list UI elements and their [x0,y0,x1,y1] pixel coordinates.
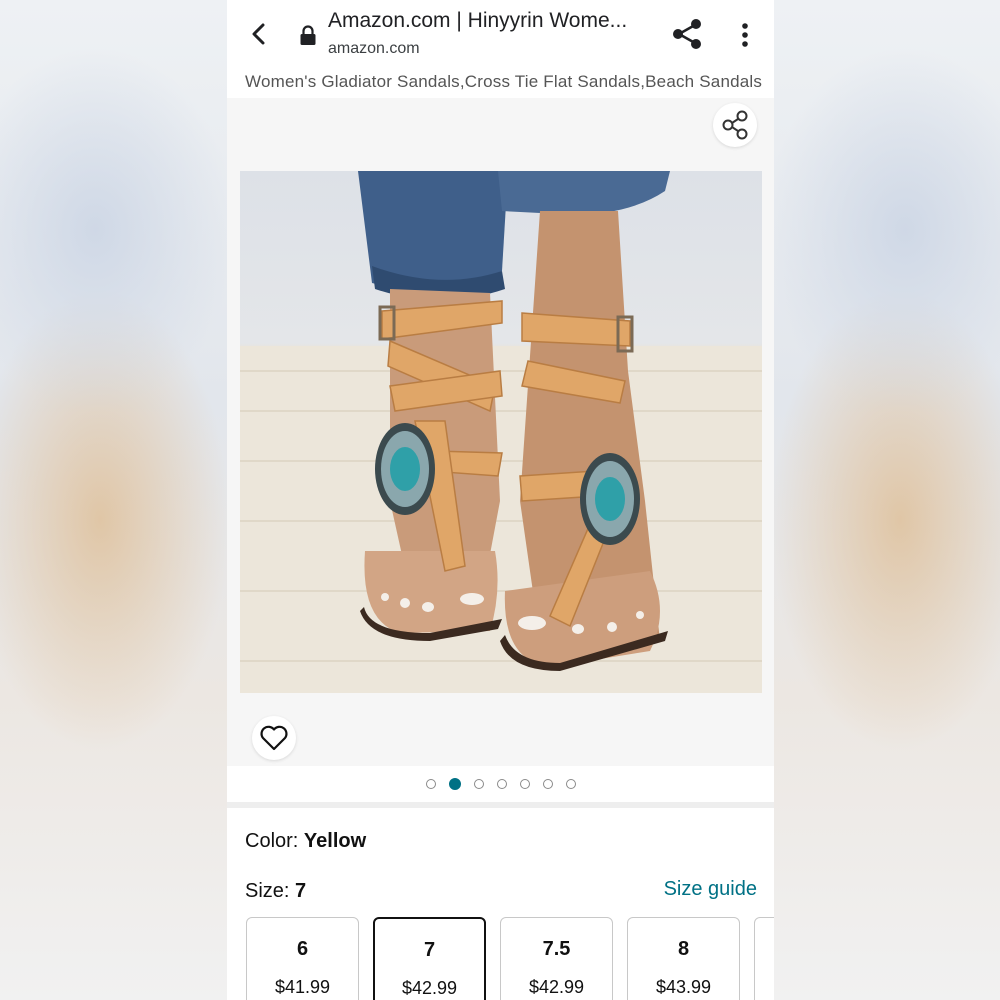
browser-url-bar: Amazon.com | Hinyyrin Wome... amazon.com [227,0,774,73]
phone-screen: Amazon.com | Hinyyrin Wome... amazon.com… [227,0,774,1000]
heart-icon[interactable] [252,716,296,760]
pagination-dot[interactable] [519,779,530,789]
size-option-6[interactable]: 6 $41.99 [246,917,359,1000]
url-domain[interactable]: amazon.com [328,40,420,58]
product-title: Women's Gladiator Sandals,Cross Tie Flat… [227,72,774,98]
pagination-dot[interactable] [542,779,553,789]
size-price: $43.99 [655,977,712,997]
pagination-dot[interactable] [448,778,461,790]
color-value: Yellow [303,830,367,852]
tab-title[interactable]: Amazon.com | Hinyyrin Wome... [328,9,648,33]
section-divider [227,802,774,808]
color-selection: Color: Yellow [245,830,366,853]
size-number: 6 [296,938,309,960]
pagination-dot[interactable] [565,779,576,789]
size-guide-link[interactable]: Size guide [664,878,757,901]
size-number: 7 [423,939,436,961]
size-option-8[interactable]: 8 $43.99 [627,917,740,1000]
size-selection: Size: 7 [245,880,306,903]
size-value: 7 [295,880,307,902]
size-options: 6 $41.99 7 $42.99 7.5 $42.99 8 $43.99 [246,917,774,1000]
size-price: $41.99 [274,977,331,997]
lock-icon [299,24,317,46]
pagination-dot[interactable] [473,779,484,789]
back-arrow-icon[interactable] [243,18,275,50]
size-price: $42.99 [401,978,458,998]
more-vert-icon[interactable] [733,20,757,50]
size-price: $42.99 [528,977,585,997]
pagination-dot[interactable] [496,779,507,789]
size-option-7-5[interactable]: 7.5 $42.99 [500,917,613,1000]
size-label: Size: [245,880,296,902]
color-label: Color: [245,830,304,852]
image-gallery [227,98,774,766]
share-icon[interactable] [669,16,705,52]
product-image[interactable] [240,171,762,693]
image-pagination [227,766,774,802]
pagination-dot[interactable] [425,779,436,789]
size-number: 8 [677,938,690,960]
size-option-next[interactable] [754,917,774,1000]
size-number: 7.5 [542,938,571,960]
share-outline-icon[interactable] [713,103,757,147]
size-option-7[interactable]: 7 $42.99 [373,917,486,1000]
